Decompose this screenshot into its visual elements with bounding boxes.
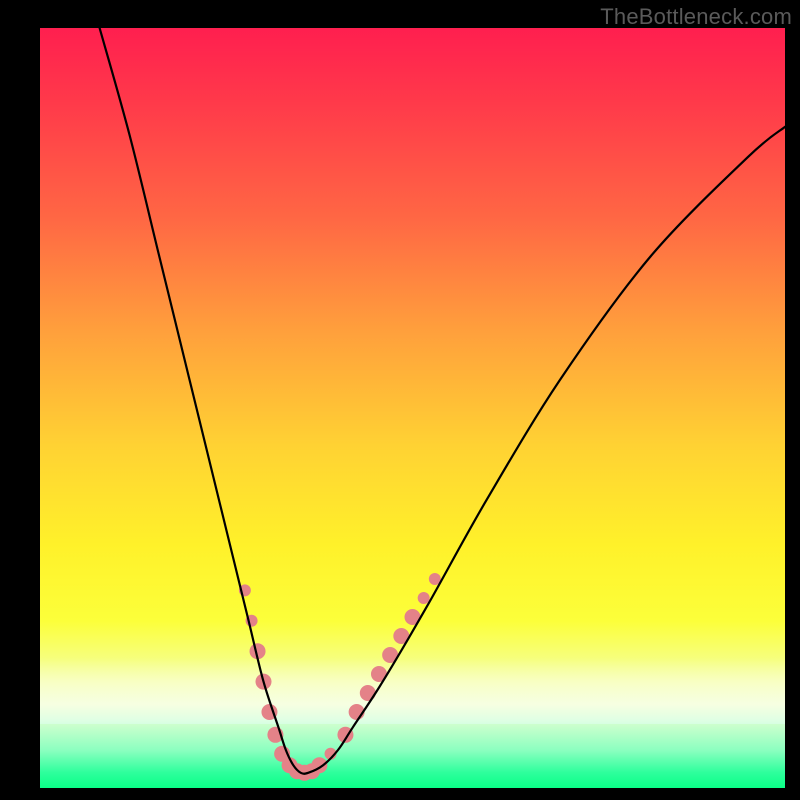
marker-group xyxy=(239,573,441,781)
plot-area xyxy=(40,28,785,788)
watermark-label: TheBottleneck.com xyxy=(600,4,792,30)
bottleneck-curve xyxy=(100,28,785,774)
marker-dot xyxy=(360,685,376,701)
marker-dot xyxy=(418,592,430,604)
curve-layer xyxy=(40,28,785,788)
chart-container: TheBottleneck.com xyxy=(0,0,800,800)
